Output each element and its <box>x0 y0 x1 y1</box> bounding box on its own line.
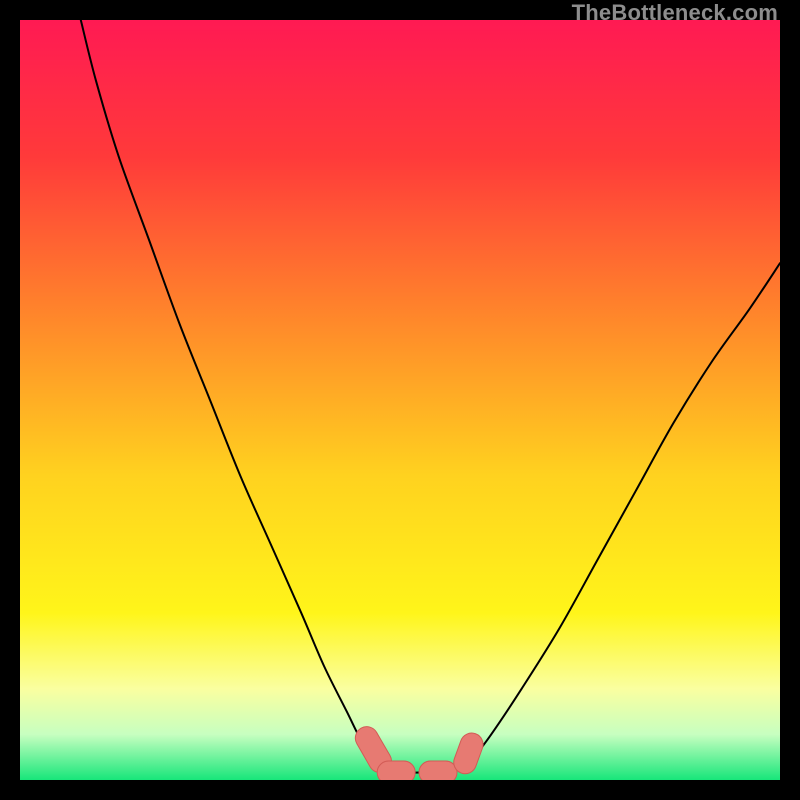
watermark-text: TheBottleneck.com <box>572 0 778 26</box>
chart-svg <box>20 20 780 780</box>
plot-area <box>20 20 780 780</box>
gradient-background <box>20 20 780 780</box>
valley-marker-1 <box>377 761 415 780</box>
outer-frame: TheBottleneck.com <box>0 0 800 800</box>
valley-marker-2 <box>419 761 457 780</box>
